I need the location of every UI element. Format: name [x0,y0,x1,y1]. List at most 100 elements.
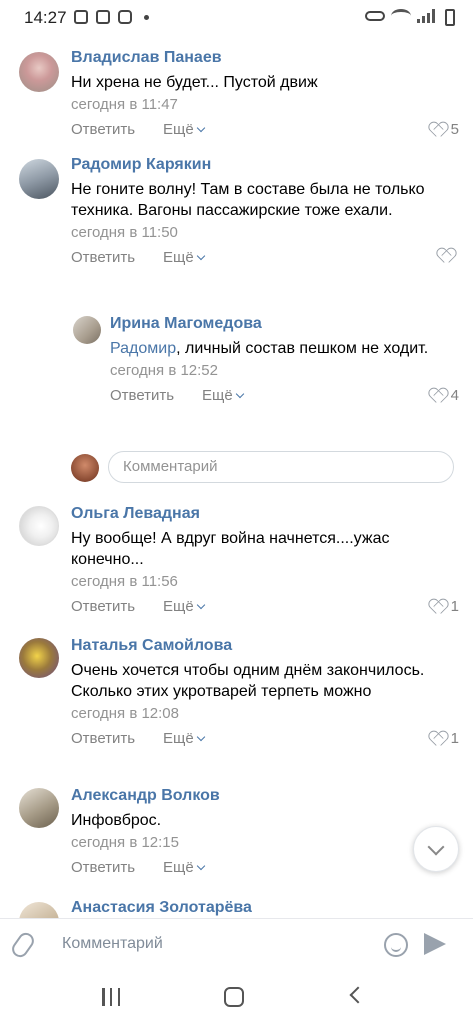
back-icon[interactable] [349,986,367,1004]
chevron-down-icon [196,123,205,133]
comment-time: сегодня в 11:56 [71,573,178,590]
comment-time: сегодня в 12:52 [110,362,218,379]
comment-author[interactable]: Александр Волков [71,786,459,806]
comment-actions: Ответить Ещё 1 [71,598,459,620]
comment-author[interactable]: Анастасия Золотарёва [71,898,459,918]
notification-icon [74,10,88,24]
comment-time: сегодня в 12:08 [71,705,179,722]
battery-icon [445,9,455,26]
scroll-down-button[interactable] [413,826,459,872]
like-button[interactable]: 1 [430,730,459,747]
more-label: Ещё [163,598,194,615]
comment-author[interactable]: Радомир Карякин [71,155,459,175]
like-button[interactable]: 4 [430,387,459,404]
reply-button[interactable]: Ответить [71,249,135,266]
comment-item: Анастасия Золотарёва [0,890,473,918]
comment-text: Ни хрена не будет... Пустой движ [71,74,318,91]
more-label: Ещё [163,730,194,747]
comment-text-body: , личный состав пешком не ходит. [176,340,429,357]
send-icon[interactable] [424,933,446,955]
comment-actions: Ответить Ещё [71,859,459,881]
comment-author[interactable]: Владислав Панаев [71,48,459,68]
more-button[interactable]: Ещё [163,249,205,266]
chevron-down-icon [196,732,205,742]
signal-icon [417,9,435,23]
comment-text: Не гоните волну! Там в составе была не т… [71,181,425,219]
heart-icon [438,249,454,263]
comment-item: Ольга Левадная Ну вообще! А вдруг война … [0,496,473,631]
comment-item: Александр Волков Инфовброс. сегодня в 12… [0,780,473,890]
comments-feed[interactable]: Владислав Панаев Ни хрена не будет... Пу… [0,36,473,918]
own-avatar [71,454,99,482]
comment-input[interactable]: Комментарий [62,933,163,955]
more-button[interactable]: Ещё [202,387,244,404]
image-icon [96,10,110,24]
avatar[interactable] [19,902,59,918]
system-icons [365,9,435,23]
avatar[interactable] [19,788,59,828]
chevron-down-icon [427,838,445,856]
avatar[interactable] [19,159,59,199]
like-button[interactable]: 5 [430,121,459,138]
comment-text: Инфовброс. [71,812,162,829]
attach-icon[interactable] [8,929,38,961]
comment-item: Владислав Панаев Ни хрена не будет... Пу… [0,42,473,152]
like-count: 1 [450,730,459,747]
status-bar: 14:27 [0,0,473,36]
reply-comment-input[interactable]: Комментарий [108,451,454,483]
comment-text: Радомир, личный состав пешком не ходит. [110,338,459,359]
avatar[interactable] [19,638,59,678]
instagram-icon [118,10,132,24]
avatar[interactable] [19,52,59,92]
reply-button[interactable]: Ответить [71,598,135,615]
comment-item: Наталья Самойлова Очень хочется чтобы од… [0,628,473,778]
reply-button[interactable]: Ответить [71,730,135,747]
heart-icon [430,389,446,403]
recent-apps-icon[interactable] [102,988,120,1006]
avatar[interactable] [19,506,59,546]
more-button[interactable]: Ещё [163,859,205,876]
reply-item: Ирина Магомедова Радомир, личный состав … [0,312,473,442]
comment-actions: Ответить Ещё 4 [110,387,459,409]
more-notifications-icon [144,14,149,20]
heart-icon [430,732,446,746]
more-label: Ещё [163,121,194,138]
comment-actions: Ответить Ещё [71,249,459,271]
more-button[interactable]: Ещё [163,598,205,615]
like-count: 5 [450,121,459,138]
more-label: Ещё [163,859,194,876]
comment-author[interactable]: Ольга Левадная [71,504,459,524]
more-label: Ещё [163,249,194,266]
comment-author[interactable]: Ирина Магомедова [110,314,459,334]
comment-time: сегодня в 11:47 [71,96,178,113]
chevron-down-icon [196,861,205,871]
reply-button[interactable]: Ответить [71,121,135,138]
like-button[interactable] [438,249,459,263]
vpn-key-icon [365,11,385,21]
comment-composer: Комментарий [0,918,473,972]
heart-icon [430,123,446,137]
comment-item: Радомир Карякин Не гоните волну! Там в с… [0,152,473,312]
wifi-icon [391,9,411,23]
more-button[interactable]: Ещё [163,730,205,747]
comment-time: сегодня в 12:15 [71,834,179,851]
more-button[interactable]: Ещё [163,121,205,138]
notification-icons [74,10,149,24]
system-navigation-bar [0,972,473,1024]
comment-author[interactable]: Наталья Самойлова [71,636,459,656]
reply-button[interactable]: Ответить [71,859,135,876]
avatar[interactable] [73,316,101,344]
like-count: 4 [450,387,459,404]
chevron-down-icon [235,389,244,399]
status-time: 14:27 [24,8,67,27]
comment-actions: Ответить Ещё 5 [71,121,459,143]
like-button[interactable]: 1 [430,598,459,615]
like-count: 1 [450,598,459,615]
mention-link[interactable]: Радомир [110,340,176,357]
reply-button[interactable]: Ответить [110,387,174,404]
emoji-icon[interactable] [384,933,408,957]
heart-icon [430,600,446,614]
home-icon[interactable] [224,987,244,1007]
chevron-down-icon [196,600,205,610]
comment-time: сегодня в 11:50 [71,224,178,241]
